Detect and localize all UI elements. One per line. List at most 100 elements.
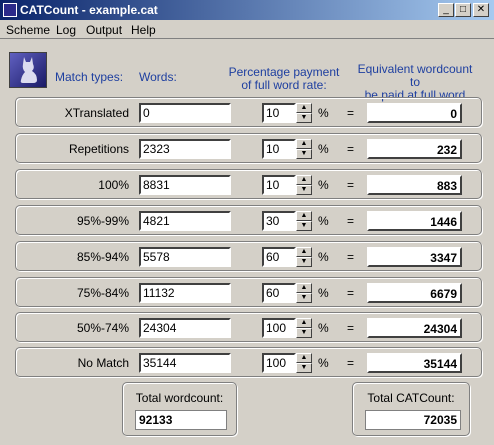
match-row: 50%-74% ▲ ▼ % = 24304	[15, 312, 482, 342]
match-row: 95%-99% ▲ ▼ % = 1446	[15, 205, 482, 235]
menu-bar: Scheme Log Output Help	[0, 20, 494, 39]
percent-input[interactable]	[262, 353, 296, 373]
percent-sign: %	[318, 214, 329, 228]
spin-up-arrow-icon[interactable]: ▲	[296, 103, 312, 113]
equals-sign: =	[347, 106, 355, 120]
equivalent-result: 1446	[367, 211, 462, 231]
header-equivalent-line1: Equivalent wordcount to	[357, 62, 473, 89]
window-title: CATCount - example.cat	[20, 3, 158, 17]
equals-sign: =	[347, 250, 355, 264]
spin-down-arrow-icon[interactable]: ▼	[296, 185, 312, 195]
header-words: Words:	[139, 70, 177, 84]
match-type-label: No Match	[77, 356, 129, 370]
percent-spinner[interactable]: ▲ ▼	[296, 283, 312, 303]
percent-sign: %	[318, 356, 329, 370]
menu-log[interactable]: Log	[56, 23, 76, 37]
equivalent-result: 883	[367, 175, 462, 195]
close-button[interactable]: ✕	[473, 3, 489, 17]
percent-input[interactable]	[262, 283, 296, 303]
percent-spinner[interactable]: ▲ ▼	[296, 211, 312, 231]
total-catcount-label: Total CATCount:	[367, 391, 455, 405]
percent-input[interactable]	[262, 211, 296, 231]
match-row: 75%-84% ▲ ▼ % = 6679	[15, 277, 482, 307]
percent-sign: %	[318, 142, 329, 156]
words-input[interactable]	[139, 318, 231, 338]
percent-sign: %	[318, 286, 329, 300]
percent-input[interactable]	[262, 247, 296, 267]
maximize-button[interactable]: □	[455, 3, 471, 17]
spin-down-arrow-icon[interactable]: ▼	[296, 293, 312, 303]
spin-down-arrow-icon[interactable]: ▼	[296, 221, 312, 231]
words-input[interactable]	[139, 103, 231, 123]
menu-scheme[interactable]: Scheme	[6, 23, 50, 37]
match-type-label: 75%-84%	[76, 286, 129, 300]
header-percentage: Percentage payment of full word rate:	[228, 66, 340, 92]
menu-output[interactable]: Output	[86, 23, 122, 37]
match-type-label: Repetitions	[68, 142, 129, 156]
spin-up-arrow-icon[interactable]: ▲	[296, 211, 312, 221]
spin-down-arrow-icon[interactable]: ▼	[296, 328, 312, 338]
total-wordcount-panel: Total wordcount: 92133	[122, 382, 237, 436]
percent-spinner[interactable]: ▲ ▼	[296, 353, 312, 373]
percent-spinner[interactable]: ▲ ▼	[296, 175, 312, 195]
equivalent-result: 232	[367, 139, 462, 159]
spin-down-arrow-icon[interactable]: ▼	[296, 363, 312, 373]
match-type-label: 50%-74%	[76, 321, 129, 335]
equals-sign: =	[347, 214, 355, 228]
total-wordcount-value: 92133	[135, 410, 227, 430]
percent-sign: %	[318, 321, 329, 335]
percent-sign: %	[318, 250, 329, 264]
percent-input[interactable]	[262, 318, 296, 338]
match-row: No Match ▲ ▼ % = 35144	[15, 347, 482, 377]
equals-sign: =	[347, 321, 355, 335]
equals-sign: =	[347, 142, 355, 156]
words-input[interactable]	[139, 211, 231, 231]
spin-up-arrow-icon[interactable]: ▲	[296, 175, 312, 185]
header-match-types: Match types:	[55, 70, 124, 84]
header-percentage-line2: of full word rate:	[241, 78, 327, 92]
spin-up-arrow-icon[interactable]: ▲	[296, 139, 312, 149]
percent-spinner[interactable]: ▲ ▼	[296, 318, 312, 338]
match-type-label: 85%-94%	[76, 250, 129, 264]
total-catcount-panel: Total CATCount: 72035	[352, 382, 470, 436]
spin-down-arrow-icon[interactable]: ▼	[296, 113, 312, 123]
equivalent-result: 35144	[367, 353, 462, 373]
percent-spinner[interactable]: ▲ ▼	[296, 139, 312, 159]
match-type-label: 95%-99%	[76, 214, 129, 228]
cat-logo-icon	[9, 52, 47, 88]
total-wordcount-label: Total wordcount:	[135, 391, 224, 405]
spin-up-arrow-icon[interactable]: ▲	[296, 353, 312, 363]
spin-up-arrow-icon[interactable]: ▲	[296, 247, 312, 257]
equivalent-result: 0	[367, 103, 462, 123]
percent-input[interactable]	[262, 139, 296, 159]
match-type-label: 100%	[98, 178, 129, 192]
spin-up-arrow-icon[interactable]: ▲	[296, 318, 312, 328]
equivalent-result: 24304	[367, 318, 462, 338]
minimize-button[interactable]: _	[438, 3, 454, 17]
percent-sign: %	[318, 106, 329, 120]
percent-input[interactable]	[262, 103, 296, 123]
percent-spinner[interactable]: ▲ ▼	[296, 247, 312, 267]
words-input[interactable]	[139, 353, 231, 373]
words-input[interactable]	[139, 175, 231, 195]
spin-down-arrow-icon[interactable]: ▼	[296, 149, 312, 159]
cat-app-icon	[3, 3, 17, 17]
words-input[interactable]	[139, 247, 231, 267]
title-bar[interactable]: CATCount - example.cat _ □ ✕	[0, 0, 494, 20]
equals-sign: =	[347, 286, 355, 300]
total-catcount-value: 72035	[365, 410, 461, 430]
words-input[interactable]	[139, 139, 231, 159]
equivalent-result: 6679	[367, 283, 462, 303]
menu-help[interactable]: Help	[131, 23, 156, 37]
words-input[interactable]	[139, 283, 231, 303]
match-row: 100% ▲ ▼ % = 883	[15, 169, 482, 199]
cat-silhouette-icon	[20, 57, 37, 83]
percent-input[interactable]	[262, 175, 296, 195]
spin-up-arrow-icon[interactable]: ▲	[296, 283, 312, 293]
match-row: XTranslated ▲ ▼ % = 0	[15, 97, 482, 127]
spin-down-arrow-icon[interactable]: ▼	[296, 257, 312, 267]
equals-sign: =	[347, 178, 355, 192]
percent-spinner[interactable]: ▲ ▼	[296, 103, 312, 123]
match-row: 85%-94% ▲ ▼ % = 3347	[15, 241, 482, 271]
equivalent-result: 3347	[367, 247, 462, 267]
